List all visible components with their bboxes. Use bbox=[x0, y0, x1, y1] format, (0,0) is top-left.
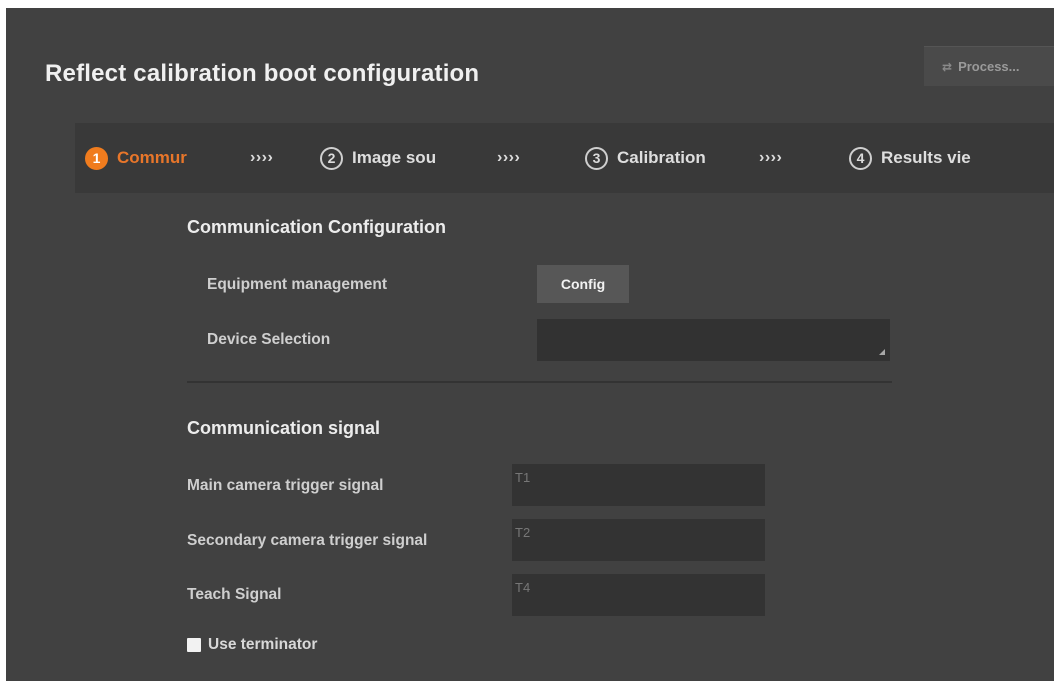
communication-configuration-heading: Communication Configuration bbox=[187, 217, 446, 237]
communication-signal-heading: Communication signal bbox=[187, 418, 381, 438]
step-label: Image sou bbox=[352, 148, 437, 167]
input-value: T4 bbox=[515, 580, 531, 595]
step-wizard: 1 Commur ›››› 2 Image sou ›››› 3 Calibra… bbox=[75, 123, 1054, 193]
step-number: 1 bbox=[85, 146, 108, 170]
config-button[interactable]: Config bbox=[537, 265, 629, 303]
main-camera-trigger-label: Main camera trigger signal bbox=[187, 477, 384, 494]
swap-icon: ⇄ bbox=[942, 59, 953, 74]
secondary-camera-trigger-label: Secondary camera trigger signal bbox=[187, 532, 428, 549]
step-communication[interactable]: 1 Commur bbox=[85, 123, 203, 193]
step-separator: ›››› bbox=[250, 149, 274, 166]
section-divider bbox=[187, 381, 892, 383]
use-terminator-label: Use terminator bbox=[208, 636, 318, 653]
device-selection-label: Device Selection bbox=[207, 331, 331, 348]
step-image-source[interactable]: 2 Image sou bbox=[320, 123, 445, 193]
main-camera-trigger-input[interactable]: T1 bbox=[512, 464, 765, 506]
step-label: Results vie bbox=[881, 148, 971, 167]
device-selection-dropdown[interactable] bbox=[537, 319, 890, 361]
step-separator: ›››› bbox=[497, 149, 521, 166]
step-label: Calibration bbox=[617, 148, 706, 167]
teach-signal-label: Teach Signal bbox=[187, 586, 282, 603]
step-results-view[interactable]: 4 Results vie bbox=[849, 123, 999, 193]
process-button-label: Process... bbox=[958, 59, 1020, 74]
step-separator: ›››› bbox=[759, 149, 783, 166]
process-button[interactable]: ⇄ Process... bbox=[924, 46, 1054, 86]
input-value: T2 bbox=[515, 525, 531, 540]
use-terminator-checkbox[interactable] bbox=[187, 638, 201, 652]
step-number: 3 bbox=[585, 146, 608, 170]
step-calibration[interactable]: 3 Calibration bbox=[585, 123, 747, 193]
teach-signal-input[interactable]: T4 bbox=[512, 574, 765, 616]
equipment-management-label: Equipment management bbox=[207, 276, 387, 293]
page-title: Reflect calibration boot configuration bbox=[45, 60, 480, 87]
step-number: 4 bbox=[849, 146, 872, 170]
resize-grip-icon bbox=[879, 349, 885, 355]
secondary-camera-trigger-input[interactable]: T2 bbox=[512, 519, 765, 561]
use-terminator-option[interactable]: Use terminator bbox=[187, 636, 317, 654]
input-value: T1 bbox=[515, 470, 531, 485]
step-number: 2 bbox=[320, 146, 343, 170]
step-label: Commur bbox=[117, 148, 187, 167]
